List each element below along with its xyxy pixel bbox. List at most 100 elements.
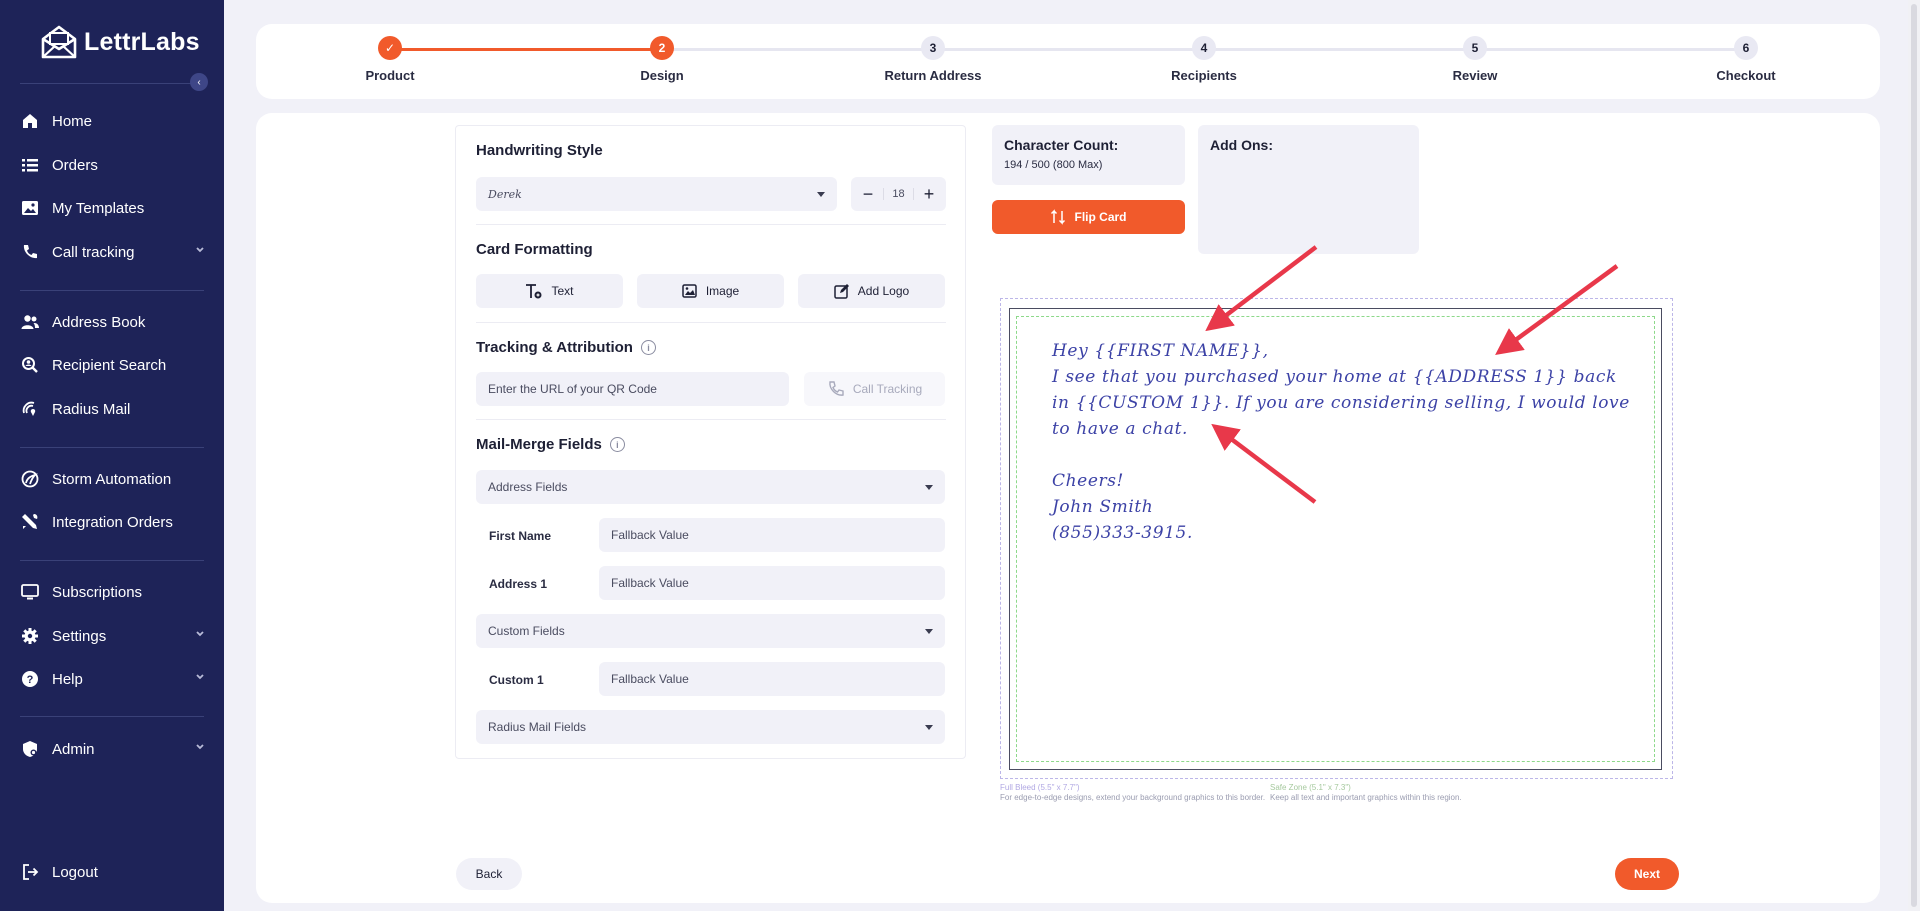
info-icon[interactable]: i xyxy=(640,340,656,355)
edit-square-icon xyxy=(834,284,849,299)
font-size-stepper[interactable]: − 18 + xyxy=(851,177,946,211)
message-line: to have a chat. xyxy=(1052,419,1189,439)
sidebar-item-recipient-search[interactable]: Recipient Search xyxy=(20,350,205,380)
section-title-text: Card Formatting xyxy=(476,241,593,258)
safe-zone-title: Safe Zone (5.1" x 7.3") xyxy=(1270,783,1351,792)
sidebar-item-subscriptions[interactable]: Subscriptions xyxy=(20,577,205,607)
input-placeholder: Fallback Value xyxy=(611,576,689,590)
sidebar-item-address-book[interactable]: Address Book xyxy=(20,307,205,337)
sidebar-item-label: Recipient Search xyxy=(52,356,167,374)
sidebar-item-integration[interactable]: Integration Orders xyxy=(20,507,205,537)
add-text-button[interactable]: Text xyxy=(476,274,623,308)
step-number: 6 xyxy=(1734,36,1758,60)
section-title-text: Tracking & Attribution xyxy=(476,339,633,356)
add-ons-box[interactable]: Add Ons: xyxy=(1198,125,1419,254)
monitor-icon xyxy=(20,582,40,602)
step-check-icon: ✓ xyxy=(378,36,402,60)
message-line: I see that you purchased your home at {{… xyxy=(1052,367,1617,387)
button-label: Add Logo xyxy=(857,284,910,298)
step-label: Product xyxy=(365,68,415,83)
qr-code-url-input[interactable]: Enter the URL of your QR Code xyxy=(476,372,789,406)
logo[interactable]: LettrLabs xyxy=(40,24,200,60)
caret-down-icon xyxy=(925,629,933,634)
input-placeholder: Fallback Value xyxy=(611,672,689,686)
page-scrollbar[interactable] xyxy=(1908,0,1920,911)
step-product[interactable]: ✓ Product xyxy=(320,36,460,83)
chevron-down-icon xyxy=(196,744,204,750)
sidebar-item-logout[interactable]: Logout xyxy=(20,857,205,887)
divider xyxy=(20,83,196,84)
message-line: (855)333-3915. xyxy=(1052,523,1193,543)
step-checkout[interactable]: 6 Checkout xyxy=(1676,36,1816,83)
step-design[interactable]: 2 Design xyxy=(592,36,732,83)
sidebar-item-help[interactable]: ? Help xyxy=(20,664,205,694)
message-line: Hey {{FIRST NAME}}, xyxy=(1052,341,1269,361)
chevron-down-icon xyxy=(196,247,204,253)
sidebar-item-label: Storm Automation xyxy=(52,470,172,488)
first-name-fallback-input[interactable]: Fallback Value xyxy=(599,518,945,552)
message-line-blank xyxy=(1052,442,1632,468)
svg-text:?: ? xyxy=(27,674,34,686)
font-size-value[interactable]: 18 xyxy=(883,188,914,200)
custom1-fallback-input[interactable]: Fallback Value xyxy=(599,662,945,696)
sidebar-item-radius-mail[interactable]: Radius Mail xyxy=(20,394,205,424)
divider xyxy=(476,224,946,225)
sidebar-item-label: Call tracking xyxy=(52,243,135,261)
address-fields-dropdown[interactable]: Address Fields xyxy=(476,470,945,504)
sidebar-item-label: Address Book xyxy=(52,313,146,331)
add-logo-button[interactable]: Add Logo xyxy=(798,274,945,308)
info-icon[interactable]: i xyxy=(609,437,625,452)
section-title-text: Mail-Merge Fields xyxy=(476,436,602,453)
minus-button[interactable]: − xyxy=(859,184,877,205)
scrollbar-thumb[interactable] xyxy=(1911,4,1917,907)
divider xyxy=(476,419,946,420)
plus-button[interactable]: + xyxy=(920,184,938,205)
sidebar-item-home[interactable]: Home xyxy=(20,106,205,136)
add-image-button[interactable]: Image xyxy=(637,274,784,308)
back-button[interactable]: Back xyxy=(456,858,522,890)
logout-icon xyxy=(20,862,40,882)
flip-icon xyxy=(1051,209,1066,225)
flip-card-button[interactable]: Flip Card xyxy=(992,200,1185,234)
chevron-down-icon xyxy=(196,674,204,680)
sidebar-item-admin[interactable]: Admin xyxy=(20,734,205,764)
divider xyxy=(20,290,204,291)
progress-stepper: ✓ Product 2 Design 3 Return Address 4 Re… xyxy=(256,24,1880,99)
phone-outline-icon xyxy=(829,381,844,396)
admin-icon xyxy=(20,739,40,759)
phone-icon xyxy=(20,242,40,262)
sidebar-item-label: Integration Orders xyxy=(52,513,173,531)
image-icon xyxy=(20,198,40,218)
radius-mail-fields-dropdown[interactable]: Radius Mail Fields xyxy=(476,710,945,744)
divider xyxy=(20,447,204,448)
sidebar-item-settings[interactable]: Settings xyxy=(20,621,205,651)
custom-fields-dropdown[interactable]: Custom Fields xyxy=(476,614,945,648)
handwriting-style-title: Handwriting Style xyxy=(476,142,603,159)
step-return-address[interactable]: 3 Return Address xyxy=(863,36,1003,83)
address1-fallback-input[interactable]: Fallback Value xyxy=(599,566,945,600)
card-message-preview[interactable]: Hey {{FIRST NAME}}, I see that you purch… xyxy=(1052,338,1632,546)
home-icon xyxy=(20,111,40,131)
next-button[interactable]: Next xyxy=(1615,858,1679,890)
caret-down-icon xyxy=(925,485,933,490)
step-recipients[interactable]: 4 Recipients xyxy=(1134,36,1274,83)
button-label: Text xyxy=(551,284,574,298)
step-number: 2 xyxy=(650,36,674,60)
chevron-down-icon xyxy=(196,631,204,637)
step-review[interactable]: 5 Review xyxy=(1405,36,1545,83)
sidebar-item-storm[interactable]: Storm Automation xyxy=(20,464,205,494)
dropdown-label: Radius Mail Fields xyxy=(488,720,587,734)
collapse-sidebar-button[interactable]: ‹ xyxy=(190,73,208,91)
sidebar-item-label: Home xyxy=(52,112,93,130)
call-tracking-button[interactable]: Call Tracking xyxy=(804,372,945,406)
sidebar-item-label: Orders xyxy=(52,156,98,174)
chevron-left-icon: ‹ xyxy=(197,76,201,88)
list-icon xyxy=(20,155,40,175)
sidebar-item-orders[interactable]: Orders xyxy=(20,150,205,180)
sidebar-item-templates[interactable]: My Templates xyxy=(20,193,205,223)
handwriting-font-select[interactable]: Derek xyxy=(476,177,837,211)
section-title-text: Handwriting Style xyxy=(476,142,603,159)
logo-text: LettrLabs xyxy=(84,27,200,56)
custom1-label: Custom 1 xyxy=(489,673,544,687)
sidebar-item-call-tracking[interactable]: Call tracking xyxy=(20,237,205,267)
